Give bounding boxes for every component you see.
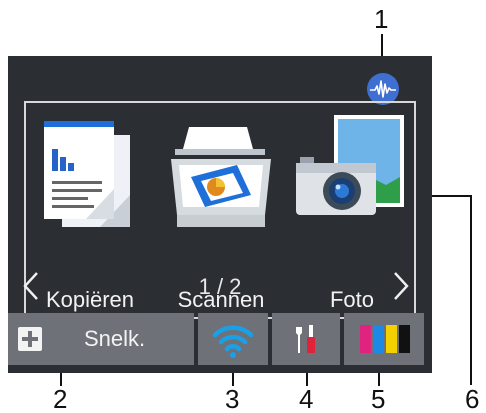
- photo-camera-icon: [296, 115, 404, 215]
- shortcuts-label: Snelk.: [84, 326, 146, 351]
- callout-2: 2: [53, 384, 68, 413]
- page-indicator: 1 / 2: [198, 274, 242, 299]
- callout-4: 4: [299, 384, 314, 413]
- callout-1: 1: [374, 4, 389, 34]
- scanner-icon: [171, 127, 271, 227]
- ink-cartridges-icon: [360, 325, 410, 353]
- ink-button[interactable]: [344, 313, 424, 365]
- shortcuts-button[interactable]: Snelk.: [8, 313, 194, 365]
- leader-line-6-vertical: [470, 195, 472, 385]
- settings-button[interactable]: [272, 313, 340, 365]
- chevron-right-icon[interactable]: [390, 269, 412, 303]
- callout-5: 5: [371, 384, 386, 413]
- callout-6: 6: [465, 384, 480, 413]
- plus-icon: [18, 327, 42, 351]
- wifi-icon: [212, 325, 254, 358]
- copy-icon: [44, 121, 130, 227]
- callout-3: 3: [225, 384, 240, 413]
- settings-tools-icon: [296, 325, 315, 353]
- touchscreen: Kopiëren Scannen Foto 1 / 2 Snelk.: [8, 56, 432, 373]
- wifi-button[interactable]: [198, 313, 268, 365]
